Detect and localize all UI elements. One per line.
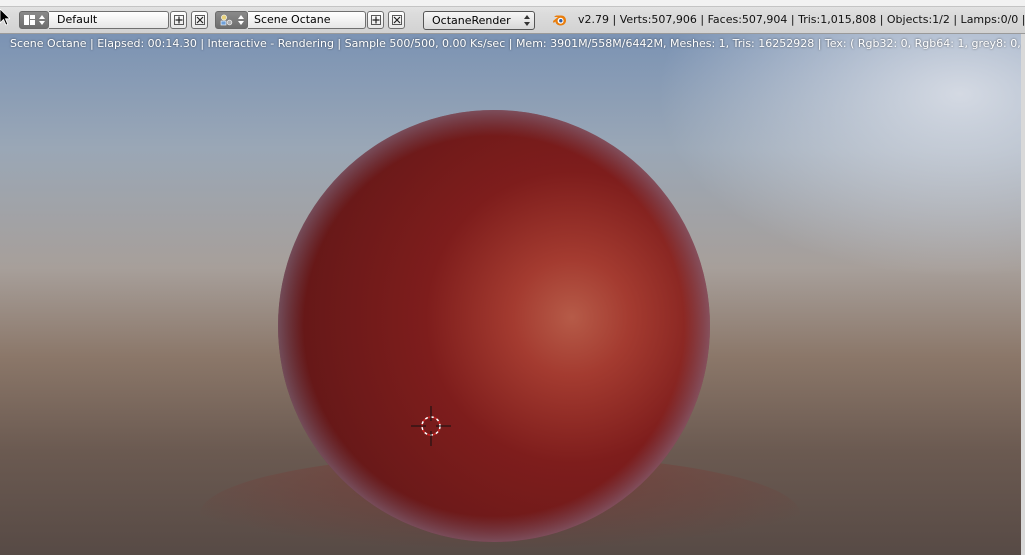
rendered-scene bbox=[200, 110, 800, 555]
menu-strip-remnant bbox=[0, 0, 1025, 7]
mouse-cursor-icon bbox=[0, 9, 10, 26]
screen-layout-browse-button[interactable] bbox=[19, 11, 49, 29]
render-engine-select[interactable]: OctaneRender bbox=[423, 11, 535, 30]
screen-layout-icon bbox=[24, 15, 35, 25]
scene-icon bbox=[220, 14, 233, 26]
close-icon bbox=[195, 15, 205, 25]
add-screen-layout-button[interactable] bbox=[170, 11, 187, 29]
render-status-text: Scene Octane | Elapsed: 00:14.30 | Inter… bbox=[10, 37, 1025, 50]
scene-browse-button[interactable] bbox=[215, 11, 248, 29]
screen-layout-name: Default bbox=[57, 13, 98, 26]
screen-layout-name-field[interactable]: Default bbox=[49, 11, 169, 29]
updown-arrows-icon bbox=[238, 15, 244, 25]
close-icon bbox=[392, 15, 402, 25]
updown-arrows-icon bbox=[524, 15, 530, 26]
add-scene-button[interactable] bbox=[367, 11, 384, 29]
render-engine-label: OctaneRender bbox=[432, 14, 511, 27]
3d-viewport[interactable]: Scene Octane | Elapsed: 00:14.30 | Inter… bbox=[0, 34, 1025, 555]
delete-scene-button[interactable] bbox=[388, 11, 405, 29]
delete-screen-layout-button[interactable] bbox=[191, 11, 208, 29]
updown-arrows-icon bbox=[39, 15, 45, 25]
blender-window: Default Scene Octane OctaneRender v2.79 … bbox=[0, 0, 1025, 555]
scene-name-field[interactable]: Scene Octane bbox=[248, 11, 366, 29]
sphere-rim-light bbox=[278, 110, 710, 542]
viewport-right-border bbox=[1021, 34, 1025, 555]
blender-logo-icon bbox=[553, 15, 566, 26]
scene-statistics: v2.79 | Verts:507,906 | Faces:507,904 | … bbox=[578, 13, 1025, 26]
plus-icon bbox=[174, 15, 184, 25]
plus-icon bbox=[371, 15, 381, 25]
scene-name: Scene Octane bbox=[254, 13, 331, 26]
info-header: Default Scene Octane OctaneRender v2.79 … bbox=[0, 0, 1025, 34]
